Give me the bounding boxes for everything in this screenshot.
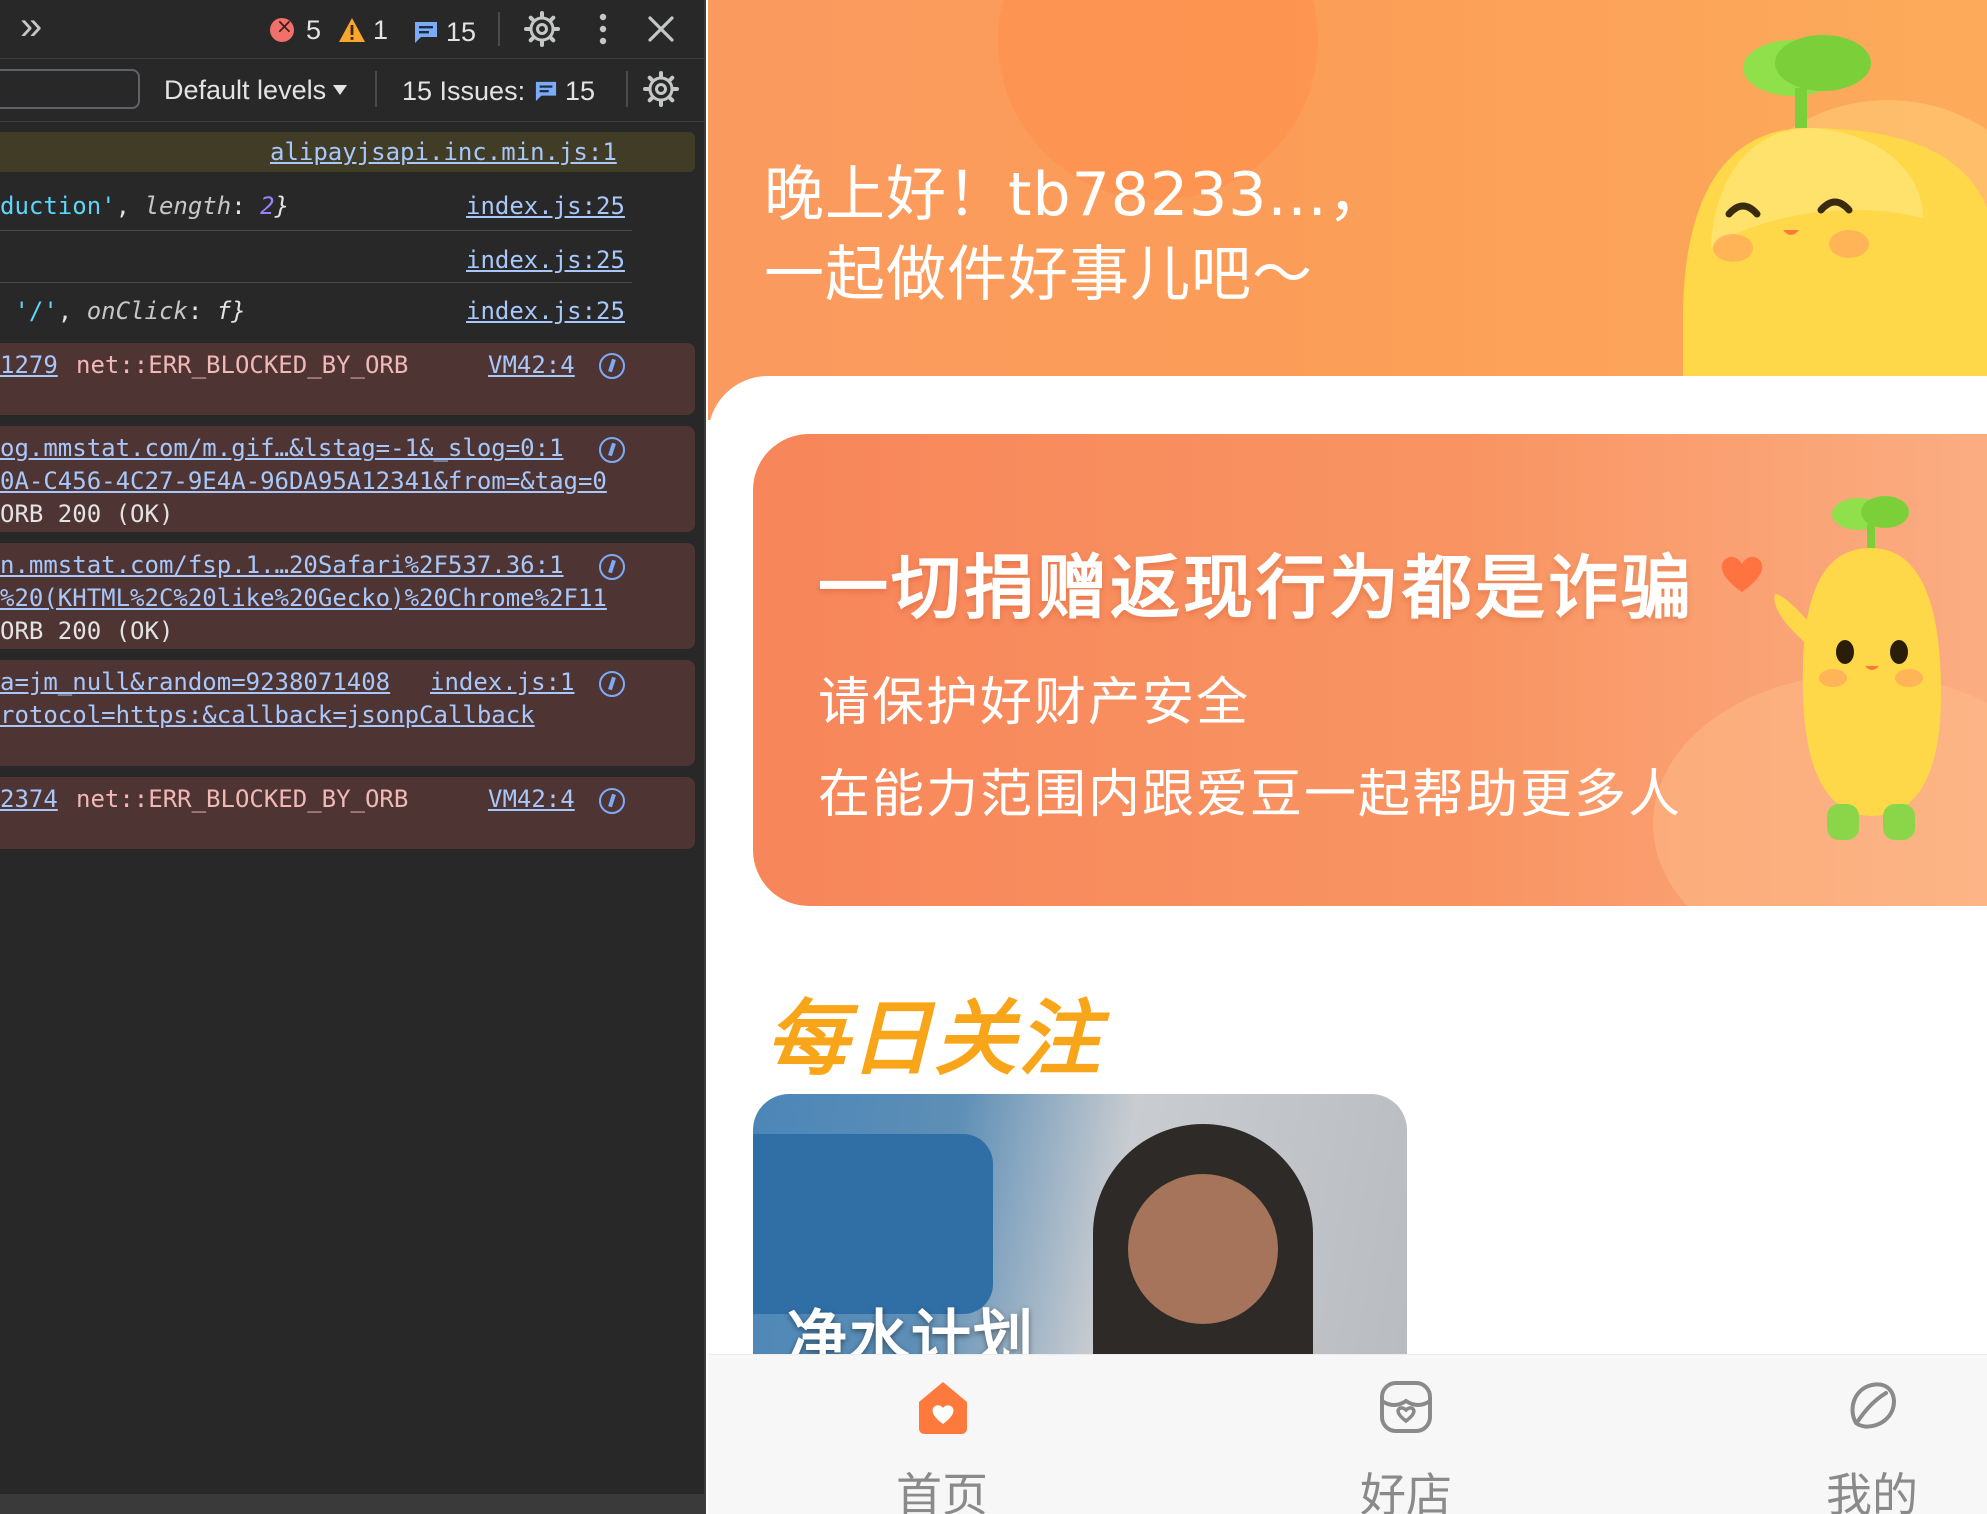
log-brace: } — [231, 297, 246, 325]
issues-messages-icon[interactable] — [534, 80, 558, 102]
row-divider — [0, 230, 632, 231]
tab-mine-label: 我的 — [1826, 1468, 1918, 1514]
tab-home-label: 首页 — [896, 1468, 988, 1514]
hero-header: 晚上好！tb78233...， 一起做件好事儿吧～ — [708, 0, 1987, 420]
log-text: duction', length: 2} — [0, 192, 289, 220]
log-levels-dropdown[interactable]: Default levels — [164, 75, 326, 106]
log-number: 2 — [260, 192, 275, 220]
source-link[interactable]: index.js:25 — [466, 246, 625, 274]
error-message: net::ERR_BLOCKED_BY_ORB — [76, 351, 409, 379]
warning-icon[interactable] — [338, 17, 366, 43]
devtools-main-toolbar: » × 5 1 15 — [0, 0, 704, 59]
request-url-cont[interactable]: 0A-C456-4C27-9E4A-96DA95A12341&from=&tag… — [0, 467, 607, 495]
network-request-icon[interactable] — [599, 788, 625, 814]
greeting-line-1: 晚上好！tb78233...， — [764, 160, 1389, 230]
log-string: duction' — [0, 192, 116, 220]
tab-mine[interactable]: 我的 — [1772, 1355, 1972, 1514]
row-divider — [0, 282, 632, 283]
log-key: onClick — [86, 297, 188, 325]
log-string: '/' — [0, 297, 58, 325]
console-filter-bar: Default levels 15 Issues: 15 — [0, 59, 704, 122]
request-status: ORB 200 (OK) — [0, 617, 174, 645]
anti-fraud-banner[interactable]: 一切捐赠返现行为都是诈骗 请保护好财产安全 在能力范围内跟爱豆一起帮助更多人 — [753, 434, 1987, 906]
home-icon — [919, 1382, 967, 1434]
source-link[interactable]: index.js:1 — [430, 668, 575, 696]
source-link[interactable]: VM42:4 — [488, 785, 575, 813]
mascot-waving-illustration — [1774, 496, 1941, 840]
greeting-line-2: 一起做件好事儿吧～ — [764, 240, 1313, 310]
dropdown-caret-icon[interactable] — [332, 84, 348, 96]
daily-focus-title: 每日关注 — [766, 992, 1102, 1087]
request-url-cont[interactable]: rotocol=https:&callback=jsonpCallback — [0, 701, 535, 729]
request-url[interactable]: a=jm_null&random=9238071408 — [0, 668, 390, 696]
error-x-glyph: × — [276, 14, 293, 38]
issues-label[interactable]: 15 Issues: — [402, 76, 525, 107]
source-link[interactable]: alipayjsapi.inc.min.js:1 — [270, 138, 617, 166]
log-punct: : — [187, 297, 217, 325]
request-link[interactable]: 1279 — [0, 351, 58, 379]
toolbar-divider — [498, 12, 500, 46]
close-icon[interactable] — [647, 15, 675, 43]
request-url[interactable]: n.mmstat.com/fsp.1.…20Safari%2F537.36:1 — [0, 551, 564, 579]
card-title: 净水计划 — [787, 1304, 1035, 1354]
log-punct: , — [115, 192, 145, 220]
settings-gear-icon[interactable] — [524, 11, 560, 47]
card-photo-face — [1128, 1174, 1278, 1324]
log-key: length — [144, 192, 232, 220]
network-request-icon[interactable] — [599, 554, 625, 580]
mascot-illustration — [1683, 35, 1987, 418]
console-settings-gear-icon[interactable] — [643, 71, 679, 107]
error-count[interactable]: 5 — [306, 15, 321, 46]
banner-line-1: 请保护好财产安全 — [818, 673, 1251, 733]
source-link[interactable]: VM42:4 — [488, 351, 575, 379]
filter-input[interactable] — [0, 69, 140, 109]
log-punct: : — [231, 192, 261, 220]
banner-title: 一切捐赠返现行为都是诈骗 — [818, 547, 1694, 629]
tab-home[interactable]: 首页 — [842, 1355, 1042, 1514]
profile-leaf-icon — [1850, 1382, 1896, 1429]
request-link[interactable]: 2374 — [0, 785, 58, 813]
shop-icon — [1380, 1381, 1432, 1433]
more-vertical-icon[interactable] — [596, 12, 610, 46]
card-photo-machine — [753, 1134, 993, 1314]
more-tabs-chevron-icon[interactable]: » — [20, 4, 42, 49]
banner-line-2: 在能力范围内跟爱豆一起帮助更多人 — [818, 765, 1683, 825]
network-request-icon[interactable] — [599, 353, 625, 379]
issues-count[interactable]: 15 — [565, 76, 595, 107]
charity-app-page: 晚上好！tb78233...， 一起做件好事儿吧～ 一切捐赠返现行为都是诈骗 请… — [708, 0, 1987, 1514]
messages-icon[interactable] — [413, 20, 439, 44]
filter-divider — [375, 71, 377, 107]
filter-divider-2 — [626, 71, 628, 107]
network-request-icon[interactable] — [599, 671, 625, 697]
network-request-icon[interactable] — [599, 437, 625, 463]
horizontal-scrollbar[interactable] — [0, 1494, 704, 1514]
bottom-tab-bar: 首页 好店 我的 — [708, 1354, 1987, 1514]
request-status: ORB 200 (OK) — [0, 500, 174, 528]
log-brace: } — [274, 192, 290, 220]
request-url[interactable]: og.mmstat.com/m.gif…&lstag=-1&_slog=0:1 — [0, 434, 564, 462]
error-message: net::ERR_BLOCKED_BY_ORB — [76, 785, 409, 813]
log-text: '/', onClick: f} — [0, 297, 246, 325]
project-card-clean-water[interactable]: 净水计划 — [753, 1094, 1407, 1354]
warning-count[interactable]: 1 — [373, 15, 388, 46]
tab-good-shops-label: 好店 — [1360, 1468, 1452, 1514]
log-fn: f — [216, 297, 232, 325]
request-url-cont[interactable]: %20(KHTML%2C%20like%20Gecko)%20Chrome%2F… — [0, 584, 607, 612]
source-link[interactable]: index.js:25 — [466, 297, 625, 325]
heart-icon — [1721, 556, 1763, 592]
source-link[interactable]: index.js:25 — [466, 192, 625, 220]
tab-good-shops[interactable]: 好店 — [1306, 1355, 1506, 1514]
log-punct: , — [57, 297, 87, 325]
messages-count[interactable]: 15 — [446, 17, 476, 48]
devtools-console-panel: » × 5 1 15 Default levels 15 Issues: 15 … — [0, 0, 706, 1514]
